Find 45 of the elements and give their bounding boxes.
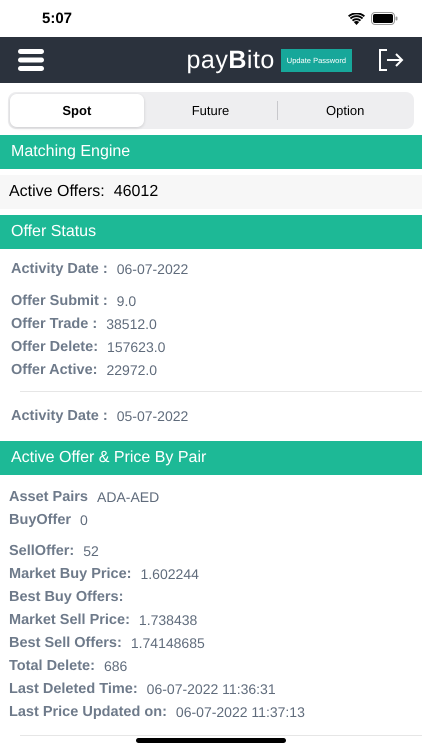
- field-value: 06-07-2022 11:36:31: [146, 680, 276, 696]
- field-label: Market Sell Price:: [9, 612, 130, 628]
- tab[interactable]: Option: [278, 94, 412, 127]
- field-value: 05-07-2022: [116, 408, 188, 424]
- section-header: Offer Status: [0, 215, 422, 249]
- field-label: Offer Delete:: [11, 338, 98, 354]
- field-label: Last Deleted Time:: [9, 680, 138, 696]
- field-value: 38512.0: [106, 316, 157, 332]
- field-label: Activity Date :: [11, 408, 108, 424]
- field-value: 686: [104, 658, 128, 674]
- field-value: 06-07-2022 11:37:13: [176, 704, 305, 720]
- field-label: Offer Trade :: [11, 316, 98, 332]
- tab[interactable]: Spot: [10, 94, 144, 127]
- battery-icon: [371, 12, 398, 25]
- field-label: Best Buy Offers:: [9, 588, 124, 604]
- active-offers-label: Active Offers:: [9, 183, 105, 201]
- field-label: Total Delete:: [9, 658, 95, 674]
- field-value: 06-07-2022: [116, 260, 188, 276]
- field-value: 1.738438: [138, 612, 198, 628]
- field-label: Activity Date :: [11, 260, 108, 276]
- field-value: 9.0: [116, 292, 136, 308]
- field-value: 22972.0: [106, 362, 158, 378]
- menu-icon[interactable]: [18, 49, 44, 71]
- field-label: Last Price Updated on:: [9, 704, 167, 720]
- field-value: 157623.0: [107, 338, 166, 354]
- field-label: Best Sell Offers:: [9, 634, 122, 650]
- field-value: 52: [83, 542, 99, 558]
- field-label: Offer Active:: [11, 362, 98, 378]
- tab[interactable]: Future: [144, 94, 278, 127]
- wifi-icon: [348, 12, 365, 24]
- field-value: 1.602244: [140, 566, 199, 582]
- active-offers-value: 46012: [114, 183, 158, 201]
- field-label: BuyOffer: [9, 512, 72, 528]
- field-label: Asset Pairs: [9, 488, 88, 504]
- logo: payBito: [186, 46, 275, 74]
- field-value: 1.74148685: [130, 634, 205, 650]
- logout-icon[interactable]: [378, 49, 404, 71]
- section-header: Active Offer & Price By Pair: [0, 441, 422, 475]
- field-label: Offer Submit :: [11, 292, 108, 308]
- field-value: ADA-AED: [97, 488, 160, 504]
- section-header: Matching Engine: [0, 135, 422, 169]
- field-value: 0: [80, 512, 88, 528]
- field-label: Market Buy Price:: [9, 566, 132, 582]
- field-label: SellOffer:: [9, 542, 74, 558]
- status-time: 5:07: [42, 10, 72, 27]
